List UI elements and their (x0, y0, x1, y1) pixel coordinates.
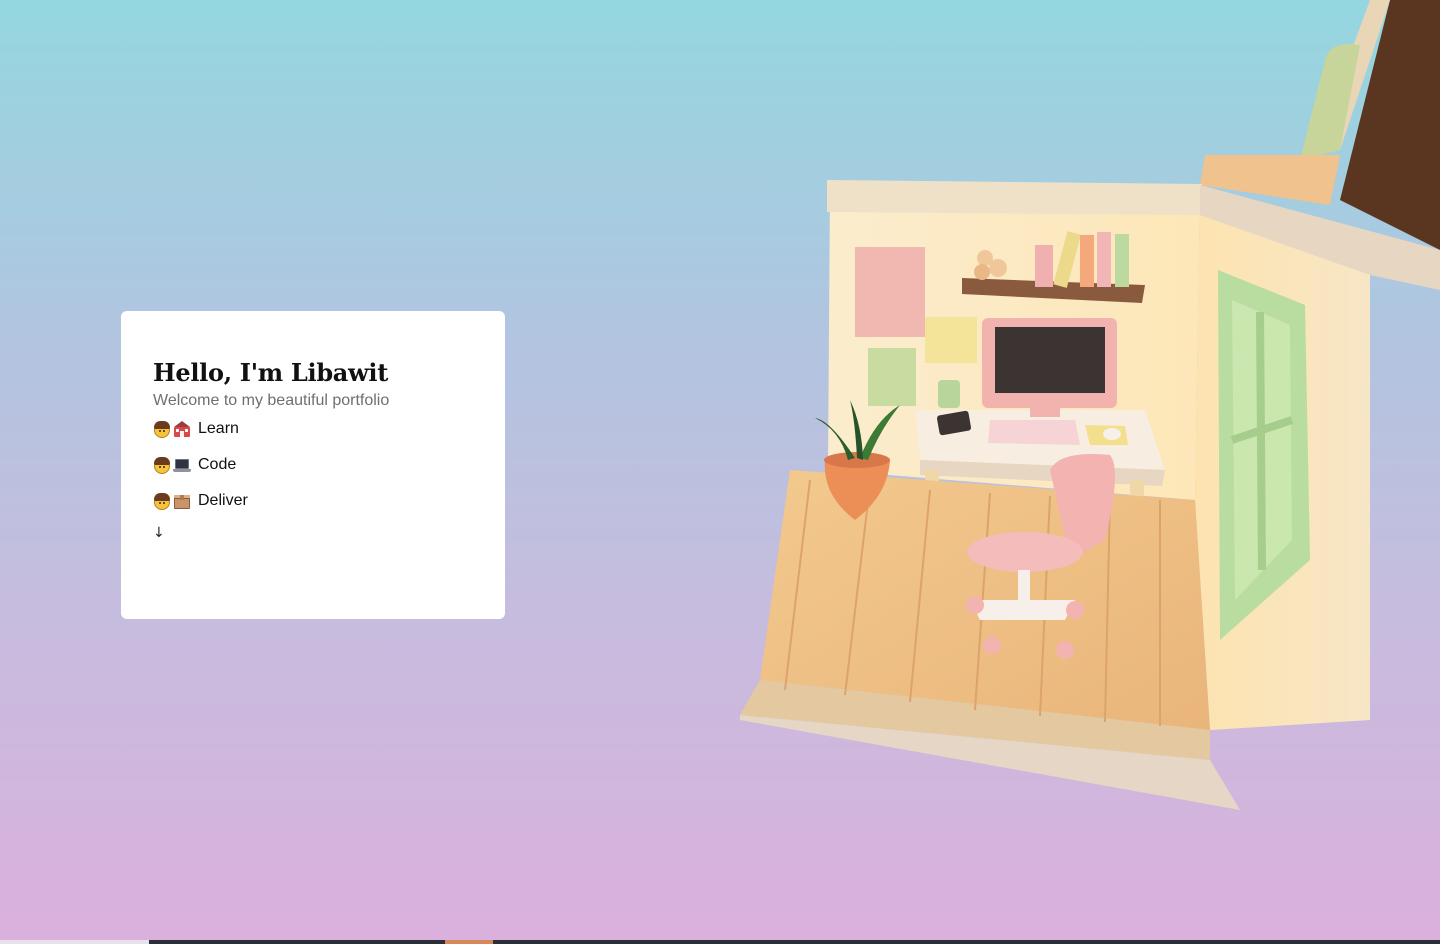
intro-card: Hello, I'm Libawit Welcome to my beautif… (121, 311, 505, 619)
bottom-bar (0, 940, 1440, 944)
school-icon (173, 420, 191, 438)
room-illustration (740, 0, 1440, 810)
laptop-icon (173, 456, 191, 474)
boy-icon (153, 492, 171, 510)
step-learn: Learn (153, 417, 473, 441)
step-deliver: Deliver (153, 489, 473, 513)
page-subtitle: Welcome to my beautiful portfolio (153, 392, 390, 409)
bottom-bar-accent (445, 940, 493, 944)
step-label: Code (198, 456, 237, 473)
package-icon (173, 492, 191, 510)
boy-icon (153, 456, 171, 474)
steps-list: Learn Code Deliver (153, 417, 473, 513)
step-label: Learn (198, 420, 239, 437)
bottom-bar-segment (0, 940, 149, 944)
step-code: Code (153, 453, 473, 477)
scroll-down-arrow[interactable]: ↓ (153, 525, 473, 541)
step-label: Deliver (198, 492, 248, 509)
boy-icon (153, 420, 171, 438)
page-title: Hello, I'm Libawit (153, 358, 389, 387)
